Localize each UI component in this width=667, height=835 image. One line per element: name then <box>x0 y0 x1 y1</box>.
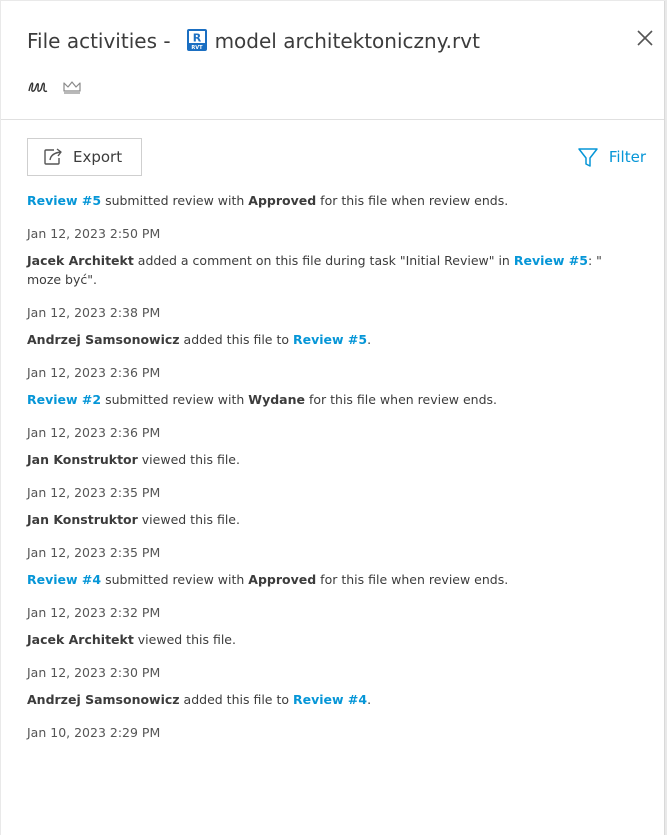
actor-name: Jacek Architekt <box>27 253 134 268</box>
filter-label: Filter <box>608 148 646 166</box>
panel-header: File activities - R RVT model architekto… <box>1 1 664 120</box>
panel-title: File activities - R RVT model architekto… <box>27 25 664 57</box>
activity-feed: Review #5 submitted review with Approved… <box>27 191 624 750</box>
review-status: Wydane <box>248 392 305 407</box>
activity-text: Review #4 submitted review with Approved… <box>27 572 509 587</box>
rvt-file-icon: R RVT <box>186 29 207 51</box>
activity-timestamp: Jan 12, 2023 2:32 PM <box>27 605 161 620</box>
review-status: Approved <box>248 572 317 587</box>
review-link[interactable]: Review #5 <box>293 332 367 347</box>
actor-name: Andrzej Samsonowicz <box>27 692 180 707</box>
review-status: Approved <box>248 193 317 208</box>
filter-icon <box>578 148 598 167</box>
signature-icon <box>28 82 48 93</box>
review-link[interactable]: Review #2 <box>27 392 101 407</box>
comment-text: moze być". <box>27 272 97 287</box>
activity-timestamp: Jan 12, 2023 2:35 PM <box>27 545 161 560</box>
filter-button[interactable]: Filter <box>577 146 646 168</box>
activity-item: Jan 10, 2023 2:29 PM <box>27 723 624 742</box>
activity-text: Jan Konstruktor viewed this file. <box>27 512 240 527</box>
activity-item: Jan 12, 2023 2:36 PM Jan Konstruktor vie… <box>27 423 624 469</box>
activity-item: Jan 12, 2023 2:50 PM Jacek Architekt add… <box>27 224 624 289</box>
activity-text: Andrzej Samsonowicz added this file to R… <box>27 692 372 707</box>
file-name: model architektoniczny.rvt <box>214 29 480 53</box>
svg-text:R: R <box>192 32 201 45</box>
activity-timestamp: Jan 10, 2023 2:29 PM <box>27 725 161 740</box>
review-link[interactable]: Review #4 <box>27 572 101 587</box>
activity-text: Jacek Architekt added a comment on this … <box>27 253 602 287</box>
activity-timestamp: Jan 12, 2023 2:35 PM <box>27 485 161 500</box>
activity-timestamp: Jan 12, 2023 2:38 PM <box>27 305 161 320</box>
activity-text: Review #2 submitted review with Wydane f… <box>27 392 498 407</box>
activity-text: Andrzej Samsonowicz added this file to R… <box>27 332 372 347</box>
activity-text: Jan Konstruktor viewed this file. <box>27 452 240 467</box>
activity-item: Jan 12, 2023 2:30 PM Andrzej Samsonowicz… <box>27 663 624 709</box>
activity-text: Jacek Architekt viewed this file. <box>27 632 236 647</box>
actor-name: Jacek Architekt <box>27 632 134 647</box>
activity-item: Review #5 submitted review with Approved… <box>27 191 624 210</box>
activity-timestamp: Jan 12, 2023 2:36 PM <box>27 365 161 380</box>
file-activities-panel: File activities - R RVT model architekto… <box>1 1 665 835</box>
activity-timestamp: Jan 12, 2023 2:30 PM <box>27 665 161 680</box>
activity-text: Review #5 submitted review with Approved… <box>27 193 509 208</box>
review-link[interactable]: Review #5 <box>514 253 588 268</box>
actor-name: Jan Konstruktor <box>27 452 138 467</box>
close-icon[interactable] <box>634 27 656 49</box>
toolbar: Export Filter <box>1 120 664 190</box>
activity-timestamp: Jan 12, 2023 2:50 PM <box>27 226 161 241</box>
export-button[interactable]: Export <box>27 138 142 176</box>
actor-name: Jan Konstruktor <box>27 512 138 527</box>
activity-item: Jan 12, 2023 2:38 PM Andrzej Samsonowicz… <box>27 303 624 349</box>
actor-name: Andrzej Samsonowicz <box>27 332 180 347</box>
file-status-icons <box>28 79 82 95</box>
activity-item: Jan 12, 2023 2:35 PM Jan Konstruktor vie… <box>27 483 624 529</box>
svg-text:RVT: RVT <box>191 45 203 51</box>
export-icon <box>44 148 62 165</box>
crown-icon <box>63 81 81 94</box>
review-link[interactable]: Review #4 <box>293 692 367 707</box>
activity-timestamp: Jan 12, 2023 2:36 PM <box>27 425 161 440</box>
review-link[interactable]: Review #5 <box>27 193 101 208</box>
title-prefix: File activities - <box>27 29 171 53</box>
export-label: Export <box>73 148 123 166</box>
activity-item: Jan 12, 2023 2:36 PM Review #2 submitted… <box>27 363 624 409</box>
activity-item: Jan 12, 2023 2:35 PM Review #4 submitted… <box>27 543 624 589</box>
activity-item: Jan 12, 2023 2:32 PM Jacek Architekt vie… <box>27 603 624 649</box>
